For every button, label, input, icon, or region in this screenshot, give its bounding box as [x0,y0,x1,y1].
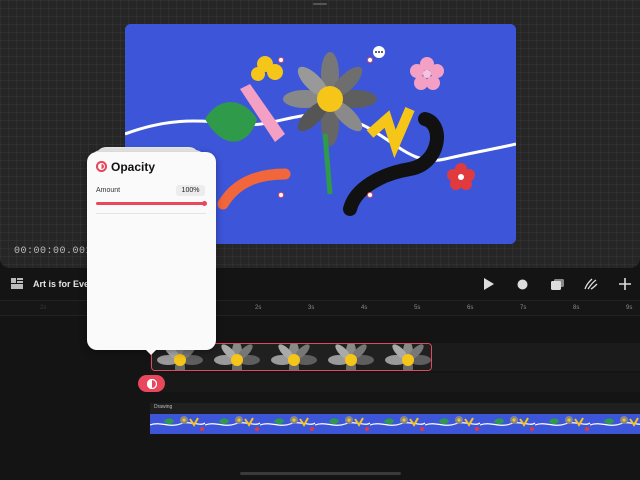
draw-button[interactable] [582,275,600,293]
popover-title: Opacity [111,160,156,174]
tick-label: 5s [414,305,421,311]
opacity-icon [96,161,107,172]
record-button[interactable] [513,275,531,293]
amount-slider[interactable] [96,202,206,205]
tick-label: 2s [255,305,262,311]
tick-label: 7s [520,305,527,311]
clip-stack-button[interactable] [548,275,566,293]
tick-label: 3s [308,305,315,311]
tick-label: 4s [361,305,368,311]
tick-label: 2s [40,305,47,311]
amount-slider-thumb[interactable] [202,201,207,206]
draw-icon [584,278,598,290]
drawing-clip[interactable]: Drawing [150,403,640,434]
popover-arrow [145,349,157,355]
tick-label: 9s [626,305,633,311]
amount-label: Amount [96,187,121,194]
timecode: 00:00:00.001 [14,246,93,257]
add-button[interactable] [616,275,634,293]
record-icon [517,279,527,289]
tick-label: 8s [573,305,580,311]
drawing-clip-thumbnails [150,414,640,434]
home-indicator [240,472,401,475]
drawing-clip-label: Drawing [154,404,173,410]
opacity-icon [146,378,157,389]
play-icon [483,278,494,290]
drag-handle[interactable] [313,3,327,5]
tick-label: 6s [467,305,474,311]
plus-icon [619,278,631,290]
layers-icon[interactable] [11,278,23,289]
divider [96,213,206,214]
effect-lane [150,373,640,392]
clip-stack-icon [550,278,564,290]
project-title[interactable]: Art is for Eve [33,279,89,289]
opacity-effect-badge[interactable] [138,375,165,392]
opacity-popover: Opacity Amount 100% [87,152,216,350]
amount-value-field[interactable]: 100% [176,185,205,196]
play-button[interactable] [479,275,497,293]
